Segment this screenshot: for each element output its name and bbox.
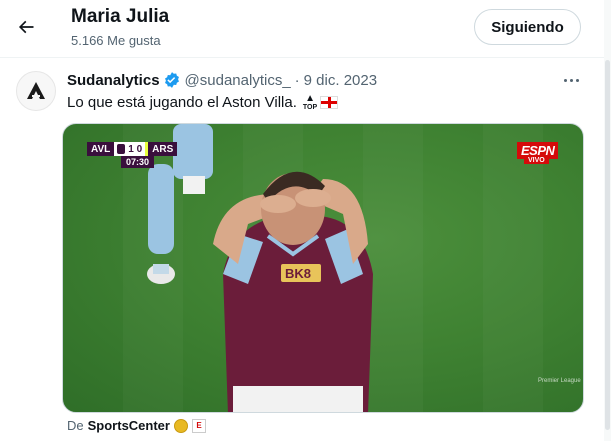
scoreboard: AVL 1 0 ARS bbox=[87, 142, 178, 156]
author-name[interactable]: Sudanalytics bbox=[67, 72, 160, 89]
league-watermark: Premier League bbox=[538, 378, 581, 384]
profile-name: Maria Julia bbox=[71, 6, 170, 27]
score: 1 0 bbox=[114, 142, 146, 156]
back-button[interactable] bbox=[8, 9, 44, 45]
live-badge: VIVO bbox=[524, 157, 549, 164]
more-options-button[interactable] bbox=[556, 70, 586, 90]
author-handle[interactable]: @sudanalytics_ bbox=[185, 72, 291, 89]
avatar[interactable] bbox=[16, 71, 56, 111]
espn-affiliate-icon: E bbox=[191, 418, 206, 433]
tweet-body: Lo que está jugando el Aston Villa. bbox=[67, 94, 297, 111]
scrollbar-thumb[interactable] bbox=[605, 60, 610, 430]
score-value: 1 0 bbox=[128, 143, 143, 155]
top-arrow-emoji-icon: ▲ TOP bbox=[302, 93, 318, 112]
verified-badge-icon[interactable] bbox=[163, 71, 181, 89]
home-team: AVL bbox=[87, 142, 115, 156]
attribution-source[interactable]: SportsCenter bbox=[88, 418, 170, 433]
verified-org-badge-icon bbox=[173, 418, 188, 433]
tweet-text: Lo que está jugando el Aston Villa. ▲ TO… bbox=[67, 93, 339, 112]
arrow-left-icon bbox=[18, 20, 34, 34]
tweet-media-video[interactable]: BK8 AVL 1 0 ARS 07:30 ESPN VIVO Premier … bbox=[62, 123, 584, 413]
england-flag-icon bbox=[320, 96, 339, 109]
attribution-prefix: De bbox=[67, 418, 84, 433]
profile-header: Maria Julia 5.166 Me gusta Siguiendo bbox=[0, 0, 611, 58]
tweet-date[interactable]: 9 dic. 2023 bbox=[304, 72, 377, 89]
likes-count: 5.166 Me gusta bbox=[71, 33, 161, 48]
tweet-header: Sudanalytics @sudanalytics_ · 9 dic. 202… bbox=[67, 71, 377, 89]
svg-text:BK8: BK8 bbox=[285, 266, 311, 281]
separator-dot: · bbox=[294, 71, 300, 89]
sudanalytics-logo-icon bbox=[27, 82, 45, 99]
premier-league-icon bbox=[117, 144, 126, 154]
more-horizontal-icon bbox=[563, 78, 567, 82]
scrollbar[interactable] bbox=[604, 0, 611, 441]
match-clock: 07:30 bbox=[121, 156, 155, 168]
following-button[interactable]: Siguiendo bbox=[474, 9, 581, 45]
away-team: ARS bbox=[145, 142, 178, 156]
media-attribution: De SportsCenter E bbox=[67, 418, 206, 433]
